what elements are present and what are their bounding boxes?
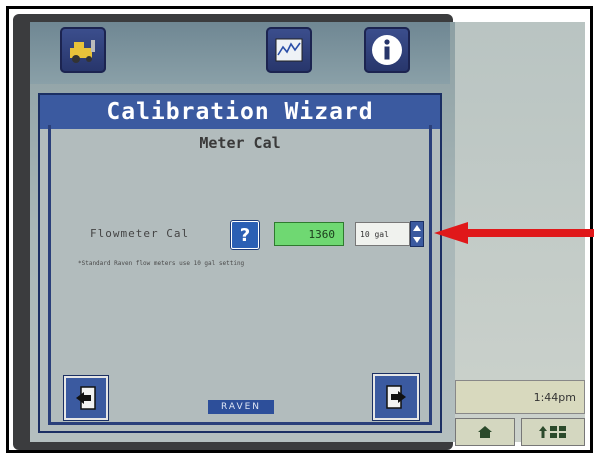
next-button[interactable] [373, 374, 419, 420]
setup-button[interactable] [60, 27, 106, 73]
flowmeter-cal-label: Flowmeter Cal [90, 227, 190, 240]
chart-button[interactable] [266, 27, 312, 73]
back-button[interactable] [64, 376, 108, 420]
wizard-subtitle: Meter Cal [199, 134, 281, 152]
back-icon [76, 386, 96, 410]
raven-logo: RAVEN [208, 400, 274, 414]
unit-select-value: 10 gal [360, 229, 389, 239]
clock-time: 1:44pm [533, 390, 576, 404]
unit-select[interactable]: 10 gal [355, 222, 410, 246]
flowmeter-cal-input[interactable]: 1360 [274, 222, 344, 246]
chevron-down-icon [413, 237, 421, 243]
next-icon [386, 385, 406, 409]
help-icon: ? [239, 224, 251, 246]
unit-spinner[interactable] [410, 221, 424, 247]
help-button[interactable]: ? [231, 221, 259, 249]
flowmeter-note: *Standard Raven flow meters use 10 gal s… [78, 260, 245, 267]
clock-display: 1:44pm [455, 380, 585, 414]
info-button[interactable] [364, 27, 410, 73]
home-button[interactable] [455, 418, 515, 446]
chevron-up-icon [413, 225, 421, 231]
sort-button[interactable] [521, 418, 585, 446]
home-icon [478, 426, 492, 438]
setup-icon [70, 40, 95, 63]
chart-icon [275, 38, 303, 62]
annotation-arrow-icon [434, 222, 594, 244]
wizard-title: Calibration Wizard [40, 95, 440, 129]
sort-icon [539, 426, 566, 438]
info-icon [372, 35, 402, 65]
